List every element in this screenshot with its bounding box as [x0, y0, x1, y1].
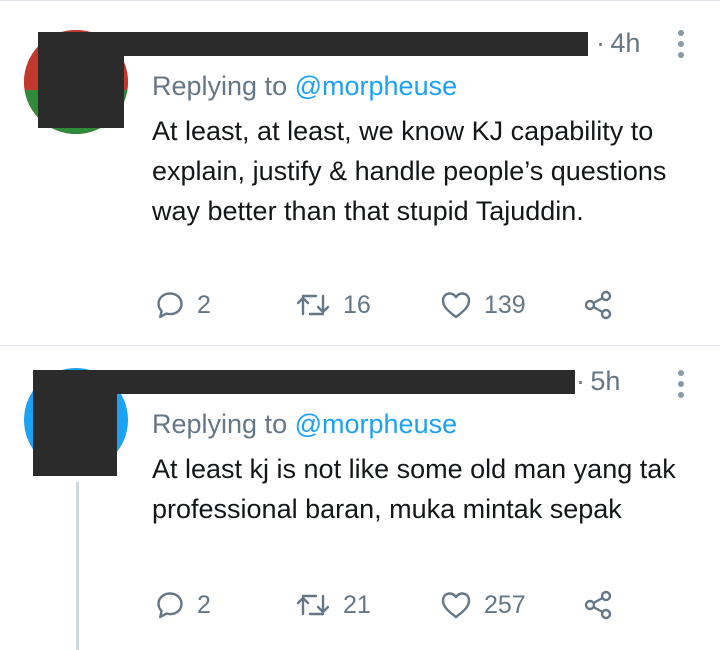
reply-icon [157, 292, 183, 319]
tweet-1[interactable]: · 4h Replying to @morpheuse At least, at… [0, 0, 720, 345]
share-button[interactable] [583, 285, 613, 325]
retweet-button[interactable]: 16 [295, 285, 371, 325]
retweet-icon [296, 294, 330, 316]
like-icon [441, 292, 471, 319]
time-label: 4h [610, 28, 641, 58]
retweet-button[interactable]: 21 [295, 585, 371, 625]
redacted-avatar [38, 32, 124, 128]
reply-count: 2 [197, 590, 211, 619]
like-button[interactable]: 257 [440, 585, 526, 625]
reply-icon [157, 592, 183, 619]
reply-button[interactable]: 2 [155, 585, 211, 625]
tweet-2[interactable]: · 5h Replying to @morpheuse At least kj … [0, 346, 720, 650]
more-options-icon[interactable] [678, 30, 686, 63]
action-bar: 2 16 139 [155, 285, 635, 325]
more-options-icon[interactable] [678, 370, 686, 403]
time-label: 5h [590, 366, 621, 396]
action-bar: 2 21 257 [155, 585, 635, 625]
replying-to: Replying to @morpheuse [152, 409, 457, 440]
tweet-text: At least, at least, we know KJ capabilit… [152, 116, 667, 226]
tweet-time[interactable]: · 5h [576, 366, 620, 397]
redacted-avatar [33, 370, 117, 476]
replying-to: Replying to @morpheuse [152, 71, 457, 102]
tweet-time[interactable]: · 4h [596, 28, 640, 59]
tweet-text: At least kj is not like some old man yan… [152, 454, 676, 524]
reply-count: 2 [197, 290, 211, 319]
thread-line [76, 482, 79, 650]
like-count: 139 [484, 290, 526, 319]
like-button[interactable]: 139 [440, 285, 526, 325]
retweet-count: 21 [343, 590, 371, 619]
share-icon [584, 590, 612, 620]
share-button[interactable] [583, 585, 613, 625]
retweet-icon [296, 594, 330, 616]
like-count: 257 [484, 590, 526, 619]
share-icon [584, 290, 612, 320]
replying-handle-link[interactable]: @morpheuse [295, 71, 458, 101]
retweet-count: 16 [343, 290, 371, 319]
reply-button[interactable]: 2 [155, 285, 211, 325]
replying-prefix: Replying to [152, 409, 288, 439]
replying-prefix: Replying to [152, 71, 288, 101]
replying-handle-link[interactable]: @morpheuse [295, 409, 458, 439]
like-icon [441, 592, 471, 619]
